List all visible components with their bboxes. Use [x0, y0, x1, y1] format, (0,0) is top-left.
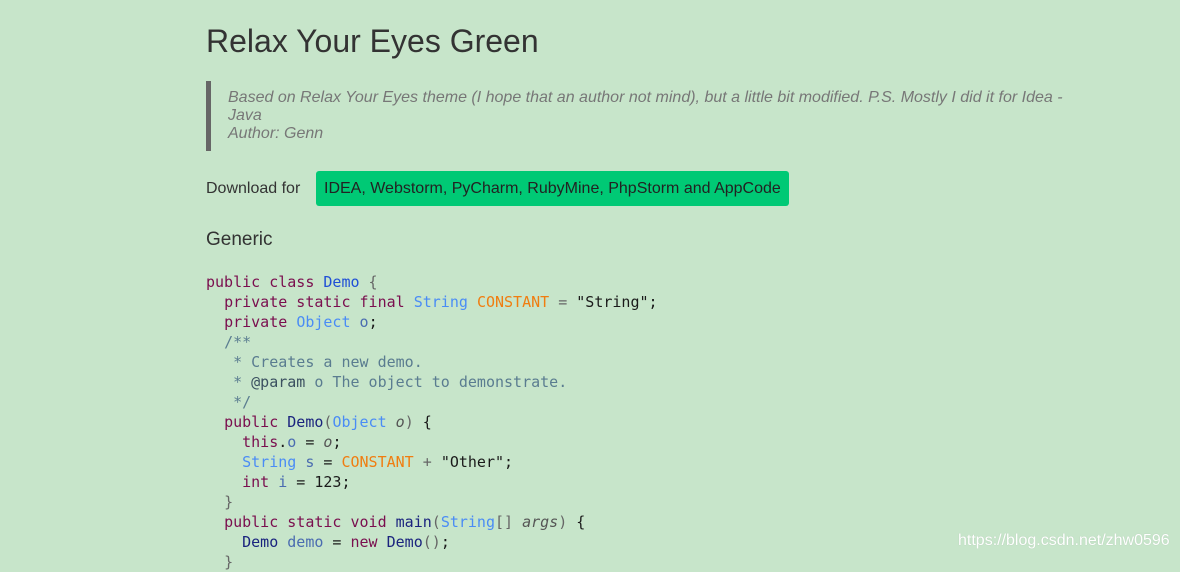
code-line: this.o = o; [206, 432, 658, 452]
code-token: Object [332, 413, 396, 431]
code-token: Demo [287, 413, 324, 431]
code-line: private static final String CONSTANT = "… [206, 292, 658, 312]
code-token: /** [224, 333, 252, 351]
code-token: int [242, 473, 279, 491]
code-line: } [206, 492, 658, 512]
code-token: CONSTANT [341, 453, 414, 471]
code-token: o [287, 433, 297, 451]
code-token: Demo [323, 273, 360, 291]
code-token: { [413, 413, 432, 431]
code-token: = [549, 293, 577, 311]
code-token: */ [233, 393, 252, 411]
page-title: Relax Your Eyes Green [206, 23, 539, 59]
code-token: = [296, 433, 324, 451]
code-token: o [359, 313, 369, 331]
code-token: String [413, 293, 477, 311]
code-token: * Creates a new demo. [233, 353, 423, 371]
code-token: ) [558, 513, 568, 531]
watermark: https://blog.csdn.net/zhw0596 [958, 532, 1170, 549]
code-token: = [323, 533, 351, 551]
code-line: * @param o The object to demonstrate. [206, 372, 658, 392]
code-token: ; [504, 453, 514, 471]
code-token: ( [431, 513, 441, 531]
code-line: public class Demo { [206, 272, 658, 292]
code-token: { [567, 513, 586, 531]
code-line: */ [206, 392, 658, 412]
code-token: } [224, 493, 234, 511]
code-token: main [395, 513, 432, 531]
code-token: this [242, 433, 279, 451]
code-token: () [422, 533, 441, 551]
code-line: public static void main(String[] args) { [206, 512, 658, 532]
code-token: "Other" [440, 453, 505, 471]
code-token: @param [251, 373, 306, 391]
code-token: ; [440, 533, 450, 551]
code-token: + [413, 453, 441, 471]
code-token: CONSTANT [476, 293, 550, 311]
code-line: Demo demo = new Demo(); [206, 532, 658, 552]
code-token: ; [332, 433, 342, 451]
code-token: Demo [242, 533, 288, 551]
code-token: public [224, 413, 288, 431]
code-line: } [206, 552, 658, 572]
quote-line-2: Java [228, 107, 262, 124]
download-button[interactable]: IDEA, Webstorm, PyCharm, RubyMine, PhpSt… [316, 171, 789, 206]
code-token: ; [368, 313, 378, 331]
code-token: ; [648, 293, 658, 311]
code-token: ) [404, 413, 414, 431]
code-line: * Creates a new demo. [206, 352, 658, 372]
code-token: String [440, 513, 495, 531]
code-token: public class [206, 273, 324, 291]
code-line: int i = 123; [206, 472, 658, 492]
code-token: public static void [224, 513, 396, 531]
code-token: = 123; [287, 473, 351, 491]
code-token: o [395, 413, 405, 431]
code-token: Demo [386, 533, 423, 551]
code-token: private static final [224, 293, 414, 311]
code-token: private [224, 313, 297, 331]
code-token: "String" [576, 293, 649, 311]
code-token: * [233, 373, 252, 391]
code-line: /** [206, 332, 658, 352]
download-label: Download for [206, 180, 301, 197]
code-token: { [359, 273, 378, 291]
code-token: } [224, 553, 234, 571]
code-token: . [278, 433, 288, 451]
code-line: String s = CONSTANT + "Other"; [206, 452, 658, 472]
code-token: [] [495, 513, 523, 531]
code-token: new [350, 533, 387, 551]
code-token: Object [296, 313, 360, 331]
code-line: public Demo(Object o) { [206, 412, 658, 432]
section-title-generic: Generic [206, 229, 273, 250]
code-token: o The object to demonstrate. [305, 373, 568, 391]
code-token: String [242, 453, 306, 471]
code-token: args [522, 513, 559, 531]
code-token: = [314, 453, 342, 471]
code-token: i [278, 473, 288, 491]
quote-author: Author: Genn [228, 125, 324, 142]
quote-line-1: Based on Relax Your Eyes theme (I hope t… [228, 89, 1063, 106]
code-token: demo [287, 533, 324, 551]
code-preview: public class Demo { private static final… [206, 272, 658, 572]
theme-description-quote: Based on Relax Your Eyes theme (I hope t… [206, 81, 1066, 151]
code-line: private Object o; [206, 312, 658, 332]
